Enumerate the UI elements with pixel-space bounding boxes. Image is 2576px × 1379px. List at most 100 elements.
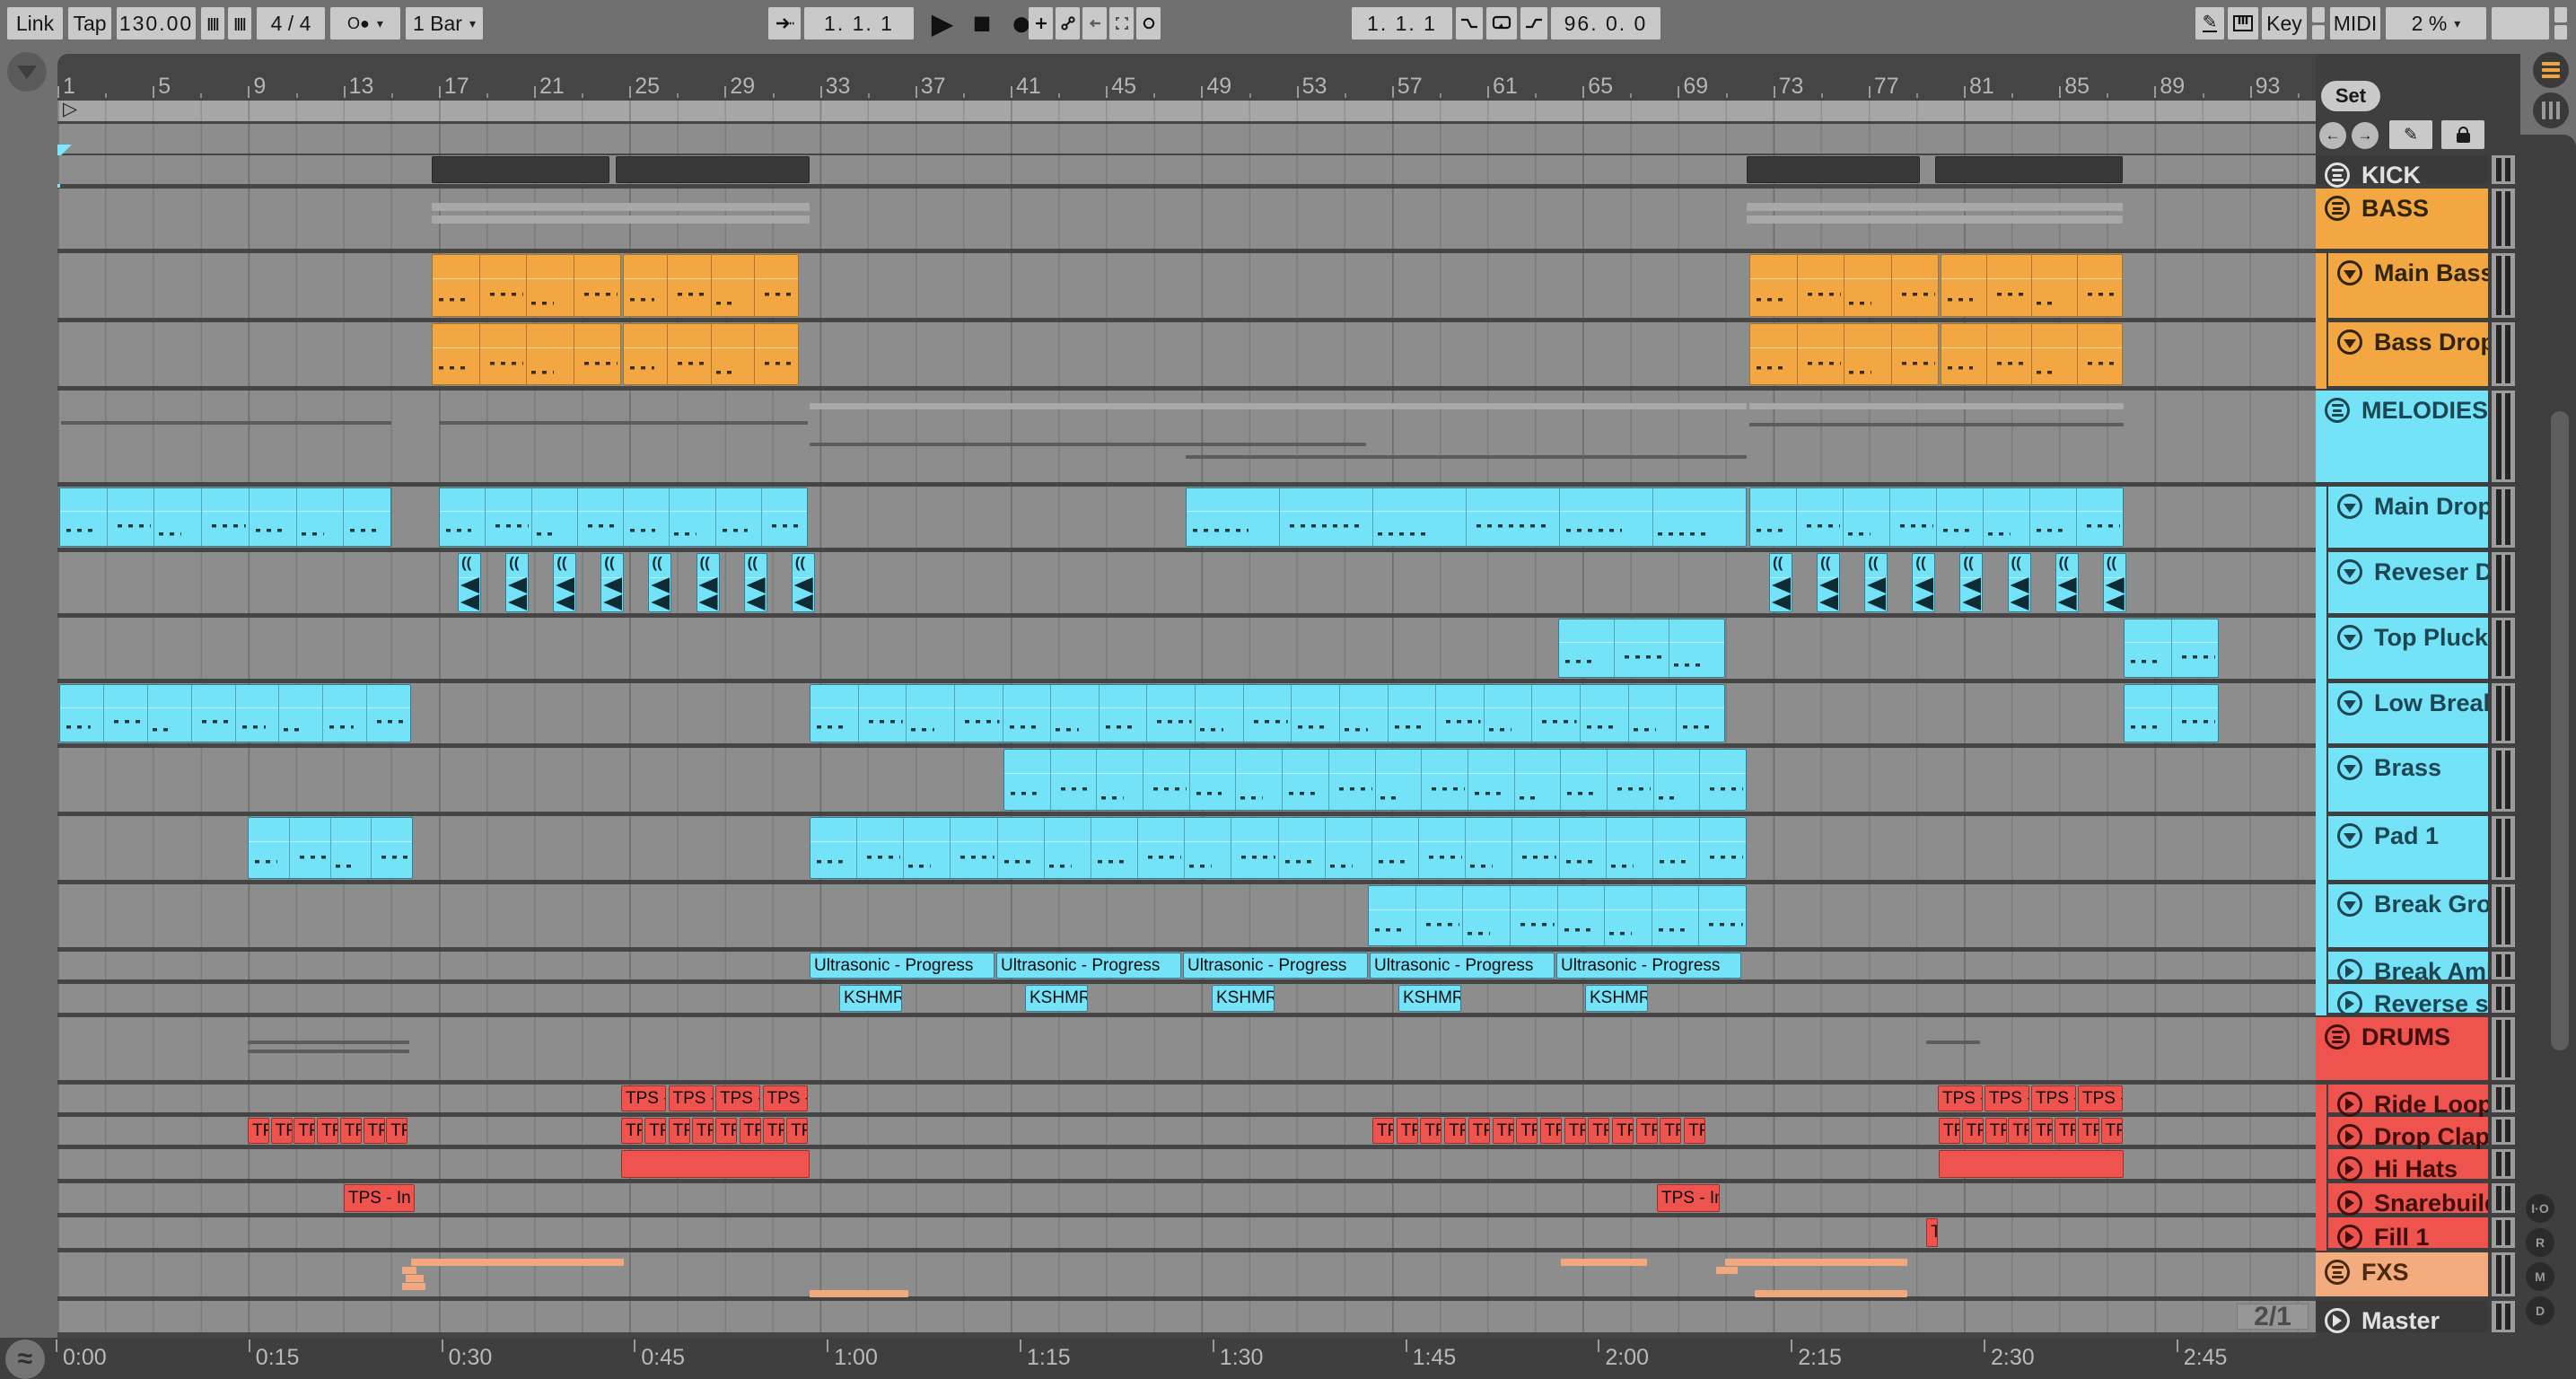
audio-clip[interactable]: TF bbox=[386, 1118, 408, 1144]
audio-clip[interactable]: (( bbox=[2102, 553, 2126, 612]
midi-subclip[interactable] bbox=[714, 488, 761, 546]
punch-out-button[interactable] bbox=[1520, 7, 1547, 40]
track-header-master[interactable]: Master bbox=[2316, 1301, 2488, 1334]
midi-clip[interactable] bbox=[59, 487, 391, 547]
midi-subclip[interactable] bbox=[106, 488, 154, 546]
midi-subclip[interactable] bbox=[1889, 488, 1936, 546]
midi-subclip[interactable] bbox=[1184, 818, 1231, 878]
midi-subclip[interactable] bbox=[102, 685, 147, 742]
midi-subclip[interactable] bbox=[1187, 488, 1279, 546]
midi-subclip[interactable] bbox=[810, 685, 858, 742]
audio-clip[interactable]: (( bbox=[743, 553, 767, 612]
audio-clip[interactable]: TPS - bbox=[715, 1085, 760, 1111]
unfold-icon[interactable] bbox=[2337, 892, 2362, 917]
loop-length-display[interactable]: 96. 0. 0 bbox=[1551, 7, 1660, 40]
loop-start-display[interactable]: 1. 1. 1 bbox=[1352, 7, 1452, 40]
midi-clip[interactable] bbox=[810, 817, 1747, 879]
audio-clip[interactable]: TF bbox=[1516, 1118, 1538, 1144]
midi-subclip[interactable] bbox=[1985, 255, 2031, 316]
track-header-fill1[interactable]: Fill 1 bbox=[2328, 1217, 2488, 1251]
stop-button[interactable]: ■ bbox=[964, 0, 1000, 47]
midi-clip[interactable] bbox=[623, 254, 799, 317]
midi-subclip[interactable] bbox=[1556, 886, 1605, 945]
midi-subclip[interactable] bbox=[1231, 818, 1278, 878]
fold-icon[interactable] bbox=[2337, 1124, 2362, 1149]
midi-subclip[interactable] bbox=[1796, 488, 1843, 546]
track-header-main-drop[interactable]: Main Drop Le bbox=[2328, 487, 2488, 548]
midi-subclip[interactable] bbox=[1509, 886, 1557, 945]
audio-clip[interactable]: TF bbox=[248, 1118, 269, 1144]
pen-tool-button[interactable]: ✎ bbox=[2389, 120, 2432, 149]
track-header-break-ambian[interactable]: Break Ambian bbox=[2328, 952, 2488, 985]
midi-subclip[interactable] bbox=[201, 488, 249, 546]
history-forward-button[interactable]: → bbox=[2352, 122, 2379, 149]
midi-subclip[interactable] bbox=[288, 818, 330, 878]
set-button[interactable]: Set bbox=[2321, 81, 2380, 111]
hamburger-circle-icon[interactable] bbox=[2325, 1024, 2350, 1050]
returns-section-toggle[interactable]: R bbox=[2526, 1228, 2554, 1257]
audio-clip[interactable]: KSHMR bbox=[1212, 985, 1275, 1012]
audio-clip[interactable]: TF bbox=[1468, 1118, 1490, 1144]
midi-subclip[interactable] bbox=[1277, 818, 1325, 878]
midi-subclip[interactable] bbox=[2031, 255, 2077, 316]
lane-master[interactable] bbox=[57, 1301, 2316, 1332]
midi-subclip[interactable] bbox=[1844, 324, 1891, 384]
midi-subclip[interactable] bbox=[1415, 886, 1463, 945]
midi-subclip[interactable] bbox=[576, 488, 623, 546]
lane-top-pluck[interactable] bbox=[57, 618, 2316, 679]
audio-clip[interactable]: (( bbox=[1912, 553, 1936, 612]
track-header-reverse-synt[interactable]: Reverse synt bbox=[2328, 984, 2488, 1017]
audio-clip[interactable]: TF bbox=[786, 1118, 809, 1144]
unfold-icon[interactable] bbox=[2337, 329, 2362, 355]
computer-midi-keyboard-button[interactable] bbox=[2228, 7, 2258, 40]
scrub-area[interactable]: ▷ bbox=[57, 99, 2316, 121]
midi-clip[interactable] bbox=[1941, 323, 2123, 385]
midi-subclip[interactable] bbox=[666, 255, 711, 316]
audio-clip[interactable]: Ultrasonic - Progress bbox=[996, 953, 1181, 979]
midi-subclip[interactable] bbox=[1096, 750, 1143, 810]
midi-subclip[interactable] bbox=[485, 488, 531, 546]
track-header-drop-clap[interactable]: Drop Clap bbox=[2328, 1117, 2488, 1150]
audio-clip[interactable]: TF bbox=[1588, 1118, 1610, 1144]
midi-subclip[interactable] bbox=[1338, 685, 1388, 742]
audio-clip[interactable]: TPS - bbox=[2031, 1085, 2076, 1111]
audio-clip[interactable]: KSHMR bbox=[1025, 985, 1088, 1012]
play-button[interactable]: ▶ bbox=[924, 0, 960, 47]
track-header-brass[interactable]: Brass bbox=[2328, 748, 2488, 812]
midi-subclip[interactable] bbox=[1143, 750, 1189, 810]
mpe-mode-button[interactable] bbox=[1136, 7, 1161, 40]
midi-subclip[interactable] bbox=[1004, 750, 1050, 810]
audio-clip[interactable] bbox=[1935, 156, 2123, 183]
audio-clip[interactable]: TF bbox=[1372, 1118, 1394, 1144]
audio-clip[interactable] bbox=[1747, 156, 1920, 183]
midi-subclip[interactable] bbox=[1291, 685, 1339, 742]
audio-clip[interactable]: TF bbox=[2055, 1118, 2076, 1144]
midi-subclip[interactable] bbox=[1605, 818, 1652, 878]
midi-subclip[interactable] bbox=[322, 685, 367, 742]
unfold-icon[interactable] bbox=[2337, 755, 2362, 780]
midi-subclip[interactable] bbox=[1002, 685, 1051, 742]
fold-icon[interactable] bbox=[2337, 1190, 2362, 1216]
mixer-sections-toggle[interactable] bbox=[2533, 92, 2569, 128]
audio-clip[interactable]: TPS - bbox=[621, 1085, 666, 1111]
audio-clip[interactable]: (( bbox=[2055, 553, 2079, 612]
fold-icon[interactable] bbox=[2325, 1308, 2350, 1333]
midi-subclip[interactable] bbox=[810, 818, 857, 878]
audio-clip[interactable]: (( bbox=[458, 553, 481, 612]
midi-subclip[interactable] bbox=[1483, 685, 1532, 742]
audio-clip[interactable]: TF bbox=[2031, 1118, 2054, 1144]
audio-clip[interactable]: (( bbox=[600, 553, 625, 612]
track-header-hi-hats[interactable]: Hi Hats bbox=[2328, 1149, 2488, 1182]
midi-subclip[interactable] bbox=[366, 685, 410, 742]
nudge-up-button[interactable]: |||| bbox=[228, 7, 251, 40]
midi-clip[interactable] bbox=[2124, 619, 2219, 678]
show-overview-toggle[interactable] bbox=[7, 52, 47, 92]
audio-clip[interactable]: Ultrasonic - Progress bbox=[1370, 953, 1555, 979]
midi-subclip[interactable] bbox=[190, 685, 235, 742]
tap-tempo-button[interactable]: Tap bbox=[68, 7, 111, 40]
midi-subclip[interactable] bbox=[530, 488, 577, 546]
lane-break-groove[interactable] bbox=[57, 884, 2316, 947]
unfold-icon[interactable] bbox=[2337, 559, 2362, 584]
midi-subclip[interactable] bbox=[760, 488, 807, 546]
unfold-icon[interactable] bbox=[2337, 690, 2362, 716]
